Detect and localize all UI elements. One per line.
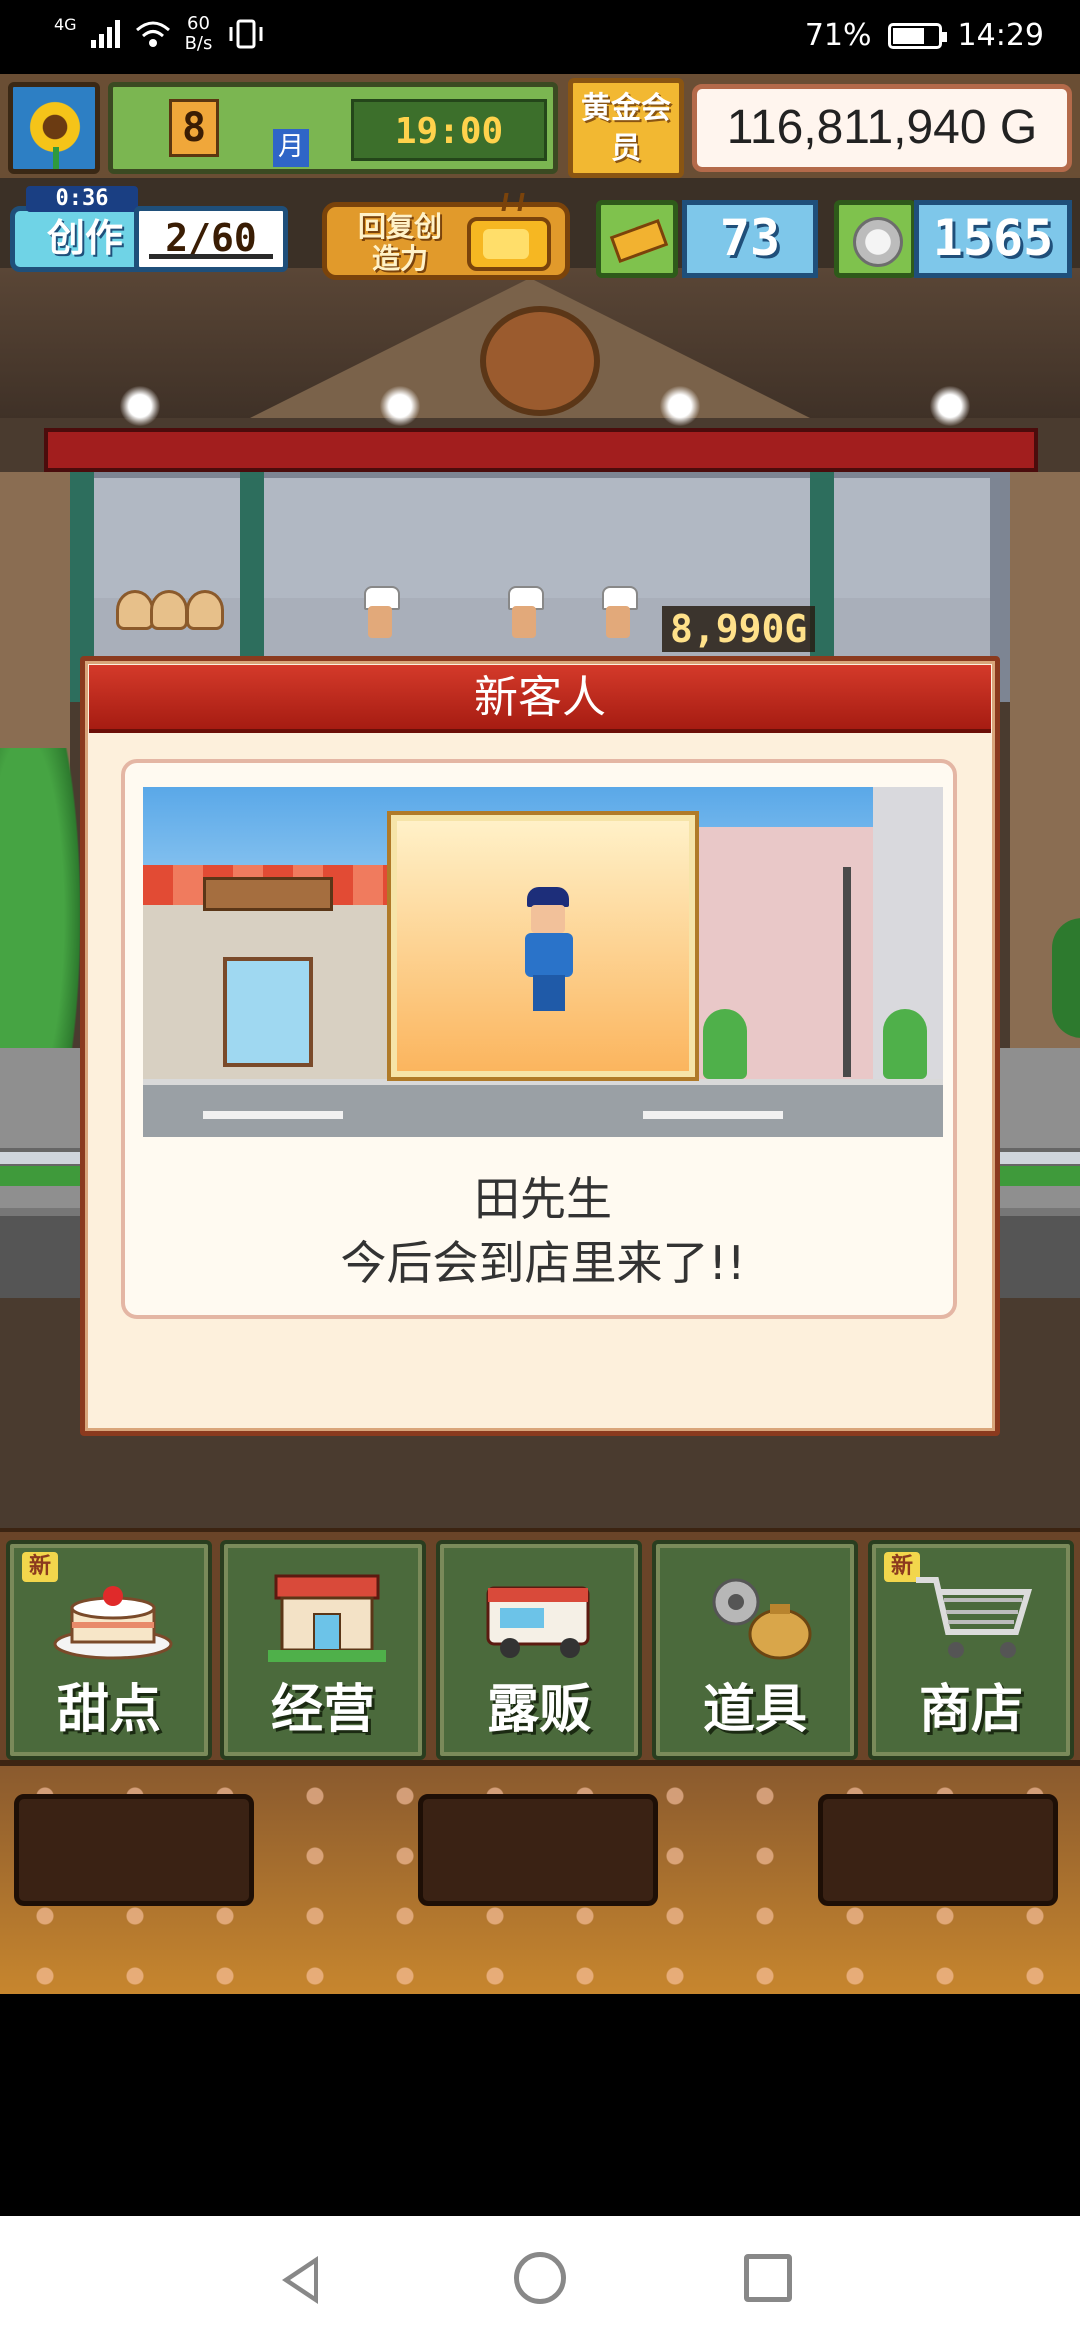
menu-label: 甜点 [56,1680,161,1740]
bottom-slot-center[interactable] [418,1794,658,1906]
spotlight-lamp [120,386,160,426]
menu-button-management[interactable]: 经营 [220,1540,426,1760]
chef-character[interactable] [600,586,638,642]
new-customer-dialog[interactable]: 新客人 田先生 今后会到店里来了!! [80,656,1000,1436]
tools-bag-icon [712,1578,812,1660]
menu-button-food-truck[interactable]: 露贩 [436,1540,642,1760]
status-left: 4G 60 B/s [54,14,266,54]
home-icon[interactable] [514,2252,566,2304]
status-right: 71% 14:29 [805,18,1044,53]
roof-emblem [480,306,600,416]
bottom-slot-left[interactable] [14,1794,254,1906]
street-lamp [843,867,851,1077]
hud-second-bar: 创作 0:36 2/60 回复创造力 73 1565 [0,180,1080,280]
game-clock: 19:00 [351,99,547,161]
bush [703,1009,747,1079]
bread-display [150,590,188,630]
ticket-icon [609,218,669,264]
food-truck-icon [486,1586,590,1658]
coin-icon-box [834,200,916,278]
customer-character [519,887,579,1013]
network-speed: 60 B/s [185,14,213,54]
cake-icon [53,1586,173,1660]
customer-legs [533,975,565,1011]
shopping-cart-icon [916,1577,1033,1658]
dialog-content: 田先生 今后会到店里来了!! [121,759,957,1319]
speed-unit: B/s [184,33,213,54]
month-label: 月 [273,129,309,167]
dialog-title: 新客人 [89,665,991,733]
ticket-count: 73 [682,200,818,278]
customer-face [531,905,565,933]
coin-icon [853,217,903,267]
status-time: 14:29 [957,18,1044,53]
wifi-icon [135,21,170,47]
battery-percent: 71% [804,18,872,53]
bottom-panel [0,1760,1080,1994]
tv-antenna-icon [501,193,525,211]
speed-value: 60 [187,13,210,34]
chef-character[interactable] [362,586,400,642]
road-marking [203,1111,343,1119]
game-area: 8,990G 8 月 19:00 黄金会员 116,811,940 G 创作 0… [0,74,1080,1994]
network-indicator: 4G [54,14,77,34]
vibrate-icon [229,19,263,49]
bush [1052,918,1080,1038]
battery-fill [892,27,924,44]
store-window [223,957,313,1067]
gold-member-badge[interactable]: 黄金会员 [568,78,684,178]
sunflower-stem [53,147,59,169]
battery-icon [887,22,947,49]
hud-top-bar: 8 月 19:00 黄金会员 116,811,940 G [0,74,1080,178]
bottom-slot-right[interactable] [818,1794,1058,1906]
bottom-menu: 新 甜点 经营 露贩 道具 新 商店 [0,1528,1080,1760]
chef-character[interactable] [506,586,544,642]
shop-icon [268,1574,386,1662]
coin-count: 1565 [914,200,1072,278]
menu-label: 经营 [270,1680,375,1740]
restore-creativity-button[interactable]: 回复创造力 [322,193,570,280]
date-panel[interactable]: 8 月 19:00 [108,82,558,174]
create-timer: 0:36 [26,186,138,212]
shop-awning [44,428,1038,472]
menu-button-dessert[interactable]: 新 甜点 [6,1540,212,1760]
road-marking [643,1111,783,1119]
menu-label: 露贩 [486,1680,591,1740]
shop-back-wall [90,478,990,598]
menu-button-store[interactable]: 新 商店 [868,1540,1074,1760]
signal-icon [90,20,120,48]
menu-label: 商店 [918,1680,1023,1740]
tv-icon [467,217,551,271]
menu-label: 道具 [702,1680,807,1740]
customer-cap [527,887,569,907]
bush [883,1009,927,1079]
sale-price-popup: 8,990G [662,606,816,652]
store-sign [203,877,333,911]
customer-body [525,933,573,977]
ticket-icon-box [596,200,678,278]
customer-scene-image [143,787,943,1137]
create-count: 2/60 [134,206,288,272]
restore-creativity-label: 回复创造力 [357,210,442,275]
navigation-bar [0,2216,1080,2340]
customer-name: 田先生 [474,1172,612,1226]
customer-portrait-frame [387,811,699,1081]
menu-button-items[interactable]: 道具 [652,1540,858,1760]
month-number: 8 [169,99,219,157]
avatar[interactable] [8,82,100,174]
street [143,1079,943,1137]
coin-counter[interactable]: 1565 [834,200,1074,278]
recent-apps-icon[interactable] [744,2254,792,2302]
ticket-counter[interactable]: 73 [596,200,820,278]
status-bar: 4G 60 B/s 71% 14:29 [0,0,1080,74]
spotlight-lamp [380,386,420,426]
bread-display [116,590,154,630]
bread-display [186,590,224,630]
money-display: 116,811,940 G [692,84,1072,172]
customer-message: 今后会到店里来了!! [340,1236,746,1290]
back-icon[interactable] [282,2256,318,2304]
spotlight-lamp [930,386,970,426]
spotlight-lamp [660,386,700,426]
